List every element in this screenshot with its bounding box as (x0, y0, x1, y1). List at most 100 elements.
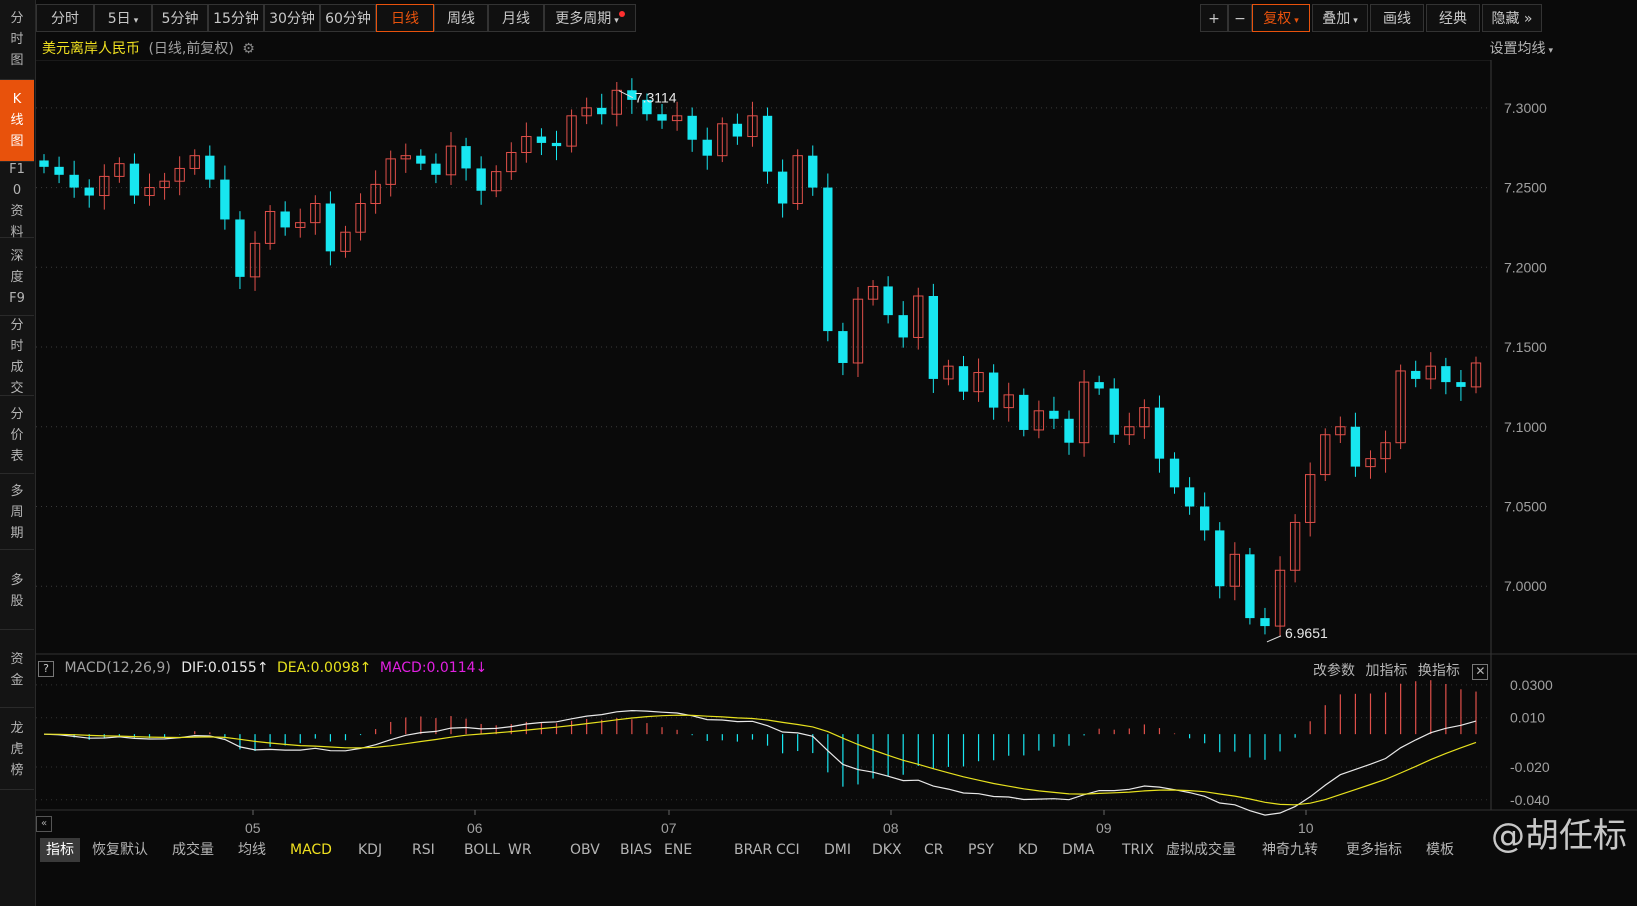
date-axis-label: 09 (1096, 820, 1112, 836)
period-tab-0[interactable]: 分时 (36, 4, 94, 32)
toolbar-button-2[interactable]: 复权 ▾ (1252, 4, 1310, 32)
candle-body (431, 163, 441, 175)
period-tab-8[interactable]: 月线 (488, 4, 544, 32)
ma-setting-button[interactable]: 设置均线 ▾ (1489, 38, 1553, 58)
period-tab-2[interactable]: 5分钟 (152, 4, 208, 32)
sidebar-item-7[interactable]: 多股 (0, 552, 34, 630)
macd-axis-label: 0.0300 (1510, 677, 1553, 693)
sidebar-item-9[interactable]: 龙虎榜 (0, 710, 34, 790)
kline-chart[interactable]: 7.3000 7.2500 7.2000 7.1500 7.1000 7.0500 7.00… (36, 60, 1637, 838)
indicator-tab-6[interactable]: RSI (412, 838, 435, 862)
toolbar-button-0[interactable]: + (1200, 4, 1228, 32)
sidebar-item-3[interactable]: 深度F9 (0, 240, 34, 316)
date-axis-label: 06 (467, 820, 483, 836)
indicator-tab-20[interactable]: TRIX (1122, 838, 1154, 862)
candle-body (1184, 487, 1195, 507)
indicator-tab-12[interactable]: BRAR (734, 838, 772, 862)
macd-dea-line (43, 714, 1477, 806)
candle-body (732, 123, 743, 137)
period-tab-5[interactable]: 60分钟 (320, 4, 376, 32)
chevron-down-icon: ▾ (1294, 16, 1299, 26)
toolbar-button-label: + (1208, 11, 1220, 27)
period-tab-1[interactable]: 5日 ▾ (94, 4, 152, 32)
period-label: 15分钟 (213, 11, 259, 27)
toolbar-button-label: 隐藏 (1491, 11, 1520, 27)
switch-indicator-button[interactable]: 换指标 (1418, 663, 1460, 679)
sidebar-item-6[interactable]: 多周期 (0, 476, 34, 550)
candle-body (54, 166, 64, 175)
annotation-arrow (1266, 635, 1282, 643)
candle-body (958, 366, 969, 392)
candle-body (476, 168, 486, 191)
indicator-tab-15[interactable]: DKX (872, 838, 902, 862)
indicator-tab-0[interactable]: 指标 (40, 838, 80, 862)
price-axis-label: 7.3000 (1504, 100, 1547, 116)
toolbar-button-6[interactable]: 隐藏 » (1482, 4, 1542, 32)
close-icon[interactable]: ✕ (1472, 664, 1489, 680)
instrument-title[interactable]: 美元离岸人民币 (42, 41, 140, 57)
indicator-tab-5[interactable]: KDJ (358, 838, 382, 862)
indicator-tab-21[interactable]: 虚拟成交量 (1166, 838, 1236, 862)
candle-body (657, 114, 667, 121)
change-params-button[interactable]: 改参数 (1313, 663, 1355, 679)
sidebar-item-1[interactable]: K线图 (0, 80, 34, 162)
price-axis-label: 7.1500 (1504, 339, 1547, 355)
period-tab-4[interactable]: 30分钟 (264, 4, 320, 32)
indicator-tab-16[interactable]: CR (924, 838, 944, 862)
period-tab-9[interactable]: 更多周期 ▾ (544, 4, 636, 32)
toolbar-button-1[interactable]: − (1228, 4, 1252, 32)
candle-body (1441, 366, 1451, 383)
indicator-tab-14[interactable]: DMI (824, 838, 851, 862)
indicator-tab-18[interactable]: KD (1018, 838, 1038, 862)
toolbar-button-label: 画线 (1383, 11, 1411, 27)
candle-body (1169, 458, 1180, 488)
sidebar-item-8[interactable]: 资金 (0, 632, 34, 708)
indicator-tab-19[interactable]: DMA (1062, 838, 1094, 862)
indicator-tab-17[interactable]: PSY (968, 838, 994, 862)
arrow-up-icon: ↑ (256, 660, 269, 676)
indicator-tab-1[interactable]: 恢复默认 (92, 838, 148, 862)
macd-macd-value: MACD:0.0114 (379, 660, 476, 676)
candle-body (1094, 382, 1104, 389)
period-tab-7[interactable]: 周线 (434, 4, 488, 32)
indicator-tab-9[interactable]: OBV (570, 838, 600, 862)
macd-help-button[interactable]: ? (38, 661, 54, 677)
period-tab-3[interactable]: 15分钟 (208, 4, 264, 32)
period-label: 5日 (107, 11, 131, 27)
candle-body (1200, 506, 1210, 531)
date-axis-label: 10 (1298, 820, 1314, 836)
high-price-label: 7.3114 (635, 90, 677, 106)
chart-subtitle: (日线,前复权) (148, 41, 234, 57)
indicator-tab-8[interactable]: WR (508, 838, 532, 862)
indicator-tab-2[interactable]: 成交量 (172, 838, 214, 862)
left-sidebar: 分时图 K线图 F10资料 深度F9 分时成交 分价表 多周期 多股 资金 龙虎榜 (0, 0, 36, 906)
indicator-tab-10[interactable]: BIAS (620, 838, 652, 862)
indicator-tab-22[interactable]: 神奇九转 (1262, 838, 1318, 862)
toolbar-button-3[interactable]: 叠加 ▾ (1312, 4, 1368, 32)
add-indicator-button[interactable]: 加指标 (1365, 663, 1407, 679)
period-tab-6[interactable]: 日线 (376, 4, 434, 32)
sidebar-item-2[interactable]: F10资料 (0, 162, 34, 240)
toolbar-button-5[interactable]: 经典 (1426, 4, 1480, 32)
gear-icon[interactable]: ⚙ (242, 41, 255, 57)
candle-body (416, 155, 426, 164)
indicator-tab-24[interactable]: 模板 (1426, 838, 1454, 862)
price-axis-label: 7.2500 (1504, 180, 1547, 196)
macd-name: MACD(12,26,9) (64, 660, 171, 676)
notification-dot (618, 11, 625, 17)
sidebar-item-4[interactable]: 分时成交 (0, 318, 34, 396)
indicator-tab-3[interactable]: 均线 (238, 838, 266, 862)
candle-body (883, 286, 893, 316)
macd-dea-value: DEA:0.0098 (277, 660, 360, 676)
scroll-left-button[interactable]: « (36, 816, 52, 832)
indicator-tab-13[interactable]: CCI (776, 838, 800, 862)
indicator-tab-11[interactable]: ENE (664, 838, 692, 862)
toolbar-button-4[interactable]: 画线 (1370, 4, 1424, 32)
indicator-tab-4[interactable]: MACD (290, 838, 332, 862)
indicator-tab-7[interactable]: BOLL (464, 838, 500, 862)
chevron-down-icon: ▾ (133, 16, 139, 26)
indicator-tab-23[interactable]: 更多指标 (1346, 838, 1402, 862)
sidebar-item-0[interactable]: 分时图 (0, 0, 34, 80)
candle-body (808, 155, 818, 188)
sidebar-item-5[interactable]: 分价表 (0, 398, 34, 474)
